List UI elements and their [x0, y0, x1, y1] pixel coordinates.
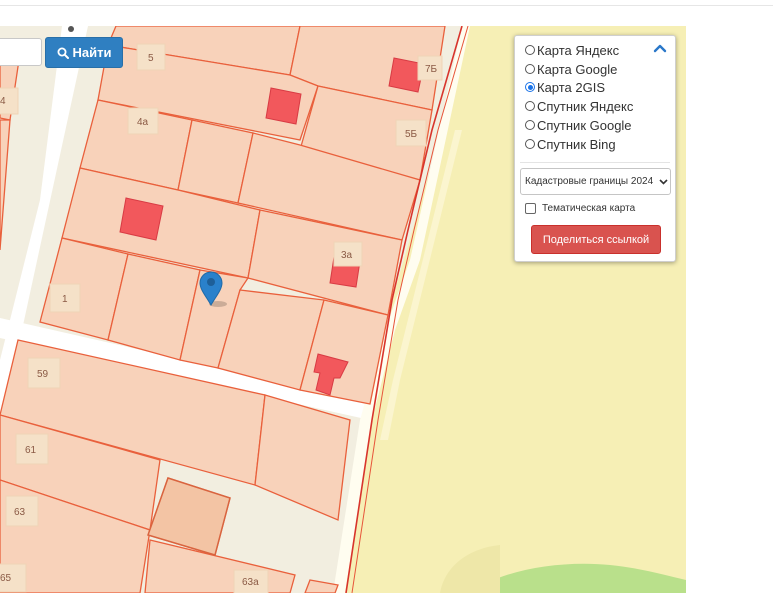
chevron-down-icon [656, 178, 670, 185]
parcel-label-7b: 7Б [425, 64, 438, 75]
parcel-label-4a: 4а [137, 117, 149, 128]
layer-option-yandex-satellite[interactable]: Спутник Яндекс [525, 97, 633, 115]
house-63a: 63а [233, 569, 269, 593]
top-divider [0, 5, 773, 6]
radio-bing-satellite[interactable] [525, 139, 535, 149]
parcel-label-1: 1 [62, 294, 68, 305]
layers-panel: Карта Яндекс Карта Google Карта 2GIS Спу… [514, 35, 676, 262]
parcel-label-5b: 5Б [405, 129, 418, 140]
layer-option-2gis-map[interactable]: Карта 2GIS [525, 78, 605, 96]
parcel-label-61: 61 [25, 445, 37, 456]
search-input[interactable] [0, 38, 42, 66]
house-59: 59 [27, 357, 61, 389]
layer-option-label: Карта 2GIS [537, 79, 606, 95]
parcel-label-63a: 63а [242, 577, 259, 588]
layer-option-label: Спутник Bing [537, 136, 616, 152]
house-3a: 3а [333, 241, 363, 267]
parcel-label-63: 63 [14, 507, 26, 518]
map-dot [68, 26, 74, 32]
search-button-label: Найти [72, 45, 112, 60]
house-4a: 4а [127, 107, 159, 135]
house-63: 63 [5, 495, 39, 527]
house-61: 61 [15, 433, 49, 465]
thematic-map-checkbox[interactable] [525, 202, 536, 214]
parcel-label-59: 59 [37, 369, 49, 380]
cadastral-layer-select[interactable]: Кадастровые границы 2024 [520, 168, 671, 195]
layer-option-bing-satellite[interactable]: Спутник Bing [525, 135, 616, 153]
cadastral-layer-value: Кадастровые границы 2024 [525, 176, 654, 187]
parcel-label-5: 5 [148, 53, 154, 64]
building[interactable] [265, 87, 302, 125]
layer-option-label: Спутник Яндекс [537, 98, 634, 114]
layer-option-google-satellite[interactable]: Спутник Google [525, 116, 632, 134]
parcel-label-3a: 3а [341, 250, 353, 261]
house-65: 65 [0, 563, 27, 593]
parcel-label-4: 4 [0, 96, 6, 107]
parcel-label-65: 65 [0, 573, 12, 584]
layer-option-yandex-map[interactable]: Карта Яндекс [525, 41, 619, 59]
radio-yandex-map[interactable] [525, 45, 535, 55]
thematic-map-toggle[interactable]: Тематическая карта [525, 200, 635, 216]
chevron-up-icon[interactable] [653, 43, 667, 53]
radio-2gis-map[interactable] [525, 82, 535, 92]
house-5: 5 [136, 43, 166, 71]
search-button[interactable]: Найти [45, 37, 123, 68]
panel-divider [520, 162, 670, 163]
layer-option-label: Карта Яндекс [537, 42, 620, 58]
search-icon [57, 47, 69, 59]
house-4: 4 [0, 87, 19, 115]
house-5b: 5Б [395, 119, 427, 147]
layer-option-google-map[interactable]: Карта Google [525, 60, 617, 78]
radio-google-satellite[interactable] [525, 120, 535, 130]
layer-option-label: Карта Google [537, 61, 618, 77]
building[interactable] [119, 197, 164, 241]
house-7b: 7Б [417, 55, 443, 81]
layer-option-label: Спутник Google [537, 117, 632, 133]
radio-google-map[interactable] [525, 64, 535, 74]
thematic-map-label: Тематическая карта [542, 202, 636, 214]
radio-yandex-satellite[interactable] [525, 101, 535, 111]
share-link-button[interactable]: Поделиться ссылкой [531, 225, 661, 254]
house-1: 1 [49, 283, 81, 313]
